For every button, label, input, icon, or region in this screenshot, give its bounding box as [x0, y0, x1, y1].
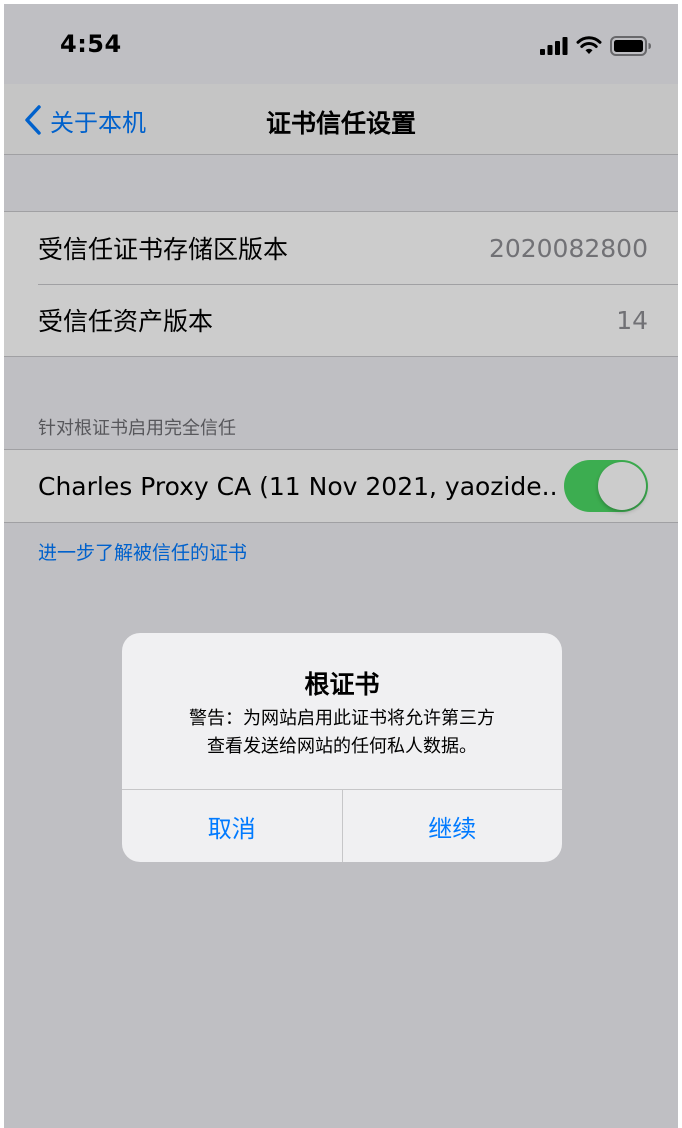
continue-button[interactable]: 继续 [341, 790, 563, 862]
modal-dim-overlay [4, 4, 678, 1128]
root-certificate-alert: 根证书 警告：为网站启用此证书将允许第三方 查看发送给网站的任何私人数据。 取消… [122, 633, 562, 862]
alert-title: 根证书 [304, 670, 380, 699]
alert-message-line-2: 查看发送给网站的任何私人数据。 [207, 736, 477, 757]
alert-actions: 取消 继续 [122, 789, 562, 862]
cancel-button[interactable]: 取消 [122, 790, 342, 862]
alert-message-line-1: 警告：为网站启用此证书将允许第三方 [189, 708, 495, 729]
alert-message: 警告：为网站启用此证书将允许第三方 查看发送给网站的任何私人数据。 [142, 705, 542, 761]
settings-screen: 4:54 关于本机 证书信任设置 受信任证书存储区版本 2020082800 受… [4, 4, 678, 1128]
